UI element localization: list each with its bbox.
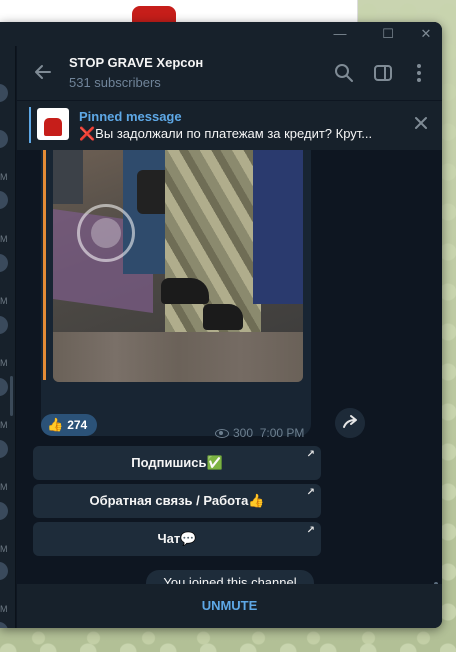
share-icon[interactable] <box>335 408 365 438</box>
button-label: Обратная связь / Работа👍 <box>89 493 265 508</box>
chat-avatar[interactable] <box>0 130 8 148</box>
chat-avatar[interactable] <box>0 562 8 580</box>
pinned-thumbnail <box>37 108 69 140</box>
close-pinned-icon[interactable] <box>411 113 431 133</box>
chat-time: M <box>0 482 8 492</box>
external-link-icon: ↗ <box>306 449 315 460</box>
fist-logo-shape <box>132 6 176 22</box>
message-area: 👍 274 300 7:00 PM Подпишись✅ ↗ Обратная с… <box>17 150 442 584</box>
chat-time: M <box>0 172 8 182</box>
chat-time: M <box>0 234 8 244</box>
feedback-button[interactable]: Обратная связь / Работа👍 ↗ <box>33 484 321 518</box>
thumbs-up-icon: 👍 <box>47 417 64 432</box>
message-time: 7:00 PM <box>259 426 305 440</box>
sidebar-scrollbar[interactable] <box>10 376 13 416</box>
pinned-message-bar[interactable]: Pinned message ❌Вы задолжали по платежам… <box>17 100 442 150</box>
telegram-window: — ☐ ✕ M M M M M M M M STOP GRAVE Херсон … <box>0 22 442 628</box>
chat-avatar[interactable] <box>0 622 8 628</box>
background-window <box>0 0 358 22</box>
pinned-label: Pinned message <box>79 109 182 124</box>
chat-avatar[interactable] <box>0 191 8 209</box>
unmute-button[interactable]: UNMUTE <box>17 584 442 628</box>
close-icon[interactable]: ✕ <box>412 24 440 44</box>
fist-logo-shape <box>44 118 62 136</box>
chat-avatar[interactable] <box>0 84 8 102</box>
message-bubble <box>41 150 311 436</box>
video-frame <box>253 150 303 304</box>
chat-button[interactable]: Чат💬 ↗ <box>33 522 321 556</box>
button-label: Подпишись✅ <box>131 455 223 470</box>
message-meta: 300 7:00 PM <box>215 426 304 440</box>
maximize-icon[interactable]: ☐ <box>374 24 402 44</box>
quote-line <box>43 150 46 380</box>
tiktok-watermark-icon <box>91 218 121 248</box>
chat-list-sidebar: M M M M M M M M <box>0 46 16 628</box>
view-count: 300 <box>233 426 254 440</box>
channel-title[interactable]: STOP GRAVE Херсон <box>69 55 203 70</box>
pinned-text: ❌Вы задолжали по платежам за кредит? Кру… <box>79 126 373 141</box>
reaction-count: 274 <box>67 418 88 432</box>
back-arrow-icon[interactable] <box>31 60 55 84</box>
external-link-icon: ↗ <box>306 487 315 498</box>
video-frame <box>203 304 243 330</box>
chat-time: M <box>0 358 8 368</box>
chat-avatar[interactable] <box>0 440 8 458</box>
subscriber-count: 531 subscribers <box>69 75 161 90</box>
external-link-icon: ↗ <box>306 525 315 536</box>
more-menu-icon[interactable] <box>408 62 430 84</box>
video-frame <box>161 278 209 304</box>
chat-avatar[interactable] <box>0 254 8 272</box>
title-bar: — ☐ ✕ <box>0 22 442 46</box>
chat-header: STOP GRAVE Херсон 531 subscribers <box>17 46 442 100</box>
joined-notice: You joined this channel <box>146 570 314 584</box>
reaction-badge[interactable]: 👍 274 <box>41 414 97 436</box>
chat-time: M <box>0 296 8 306</box>
views-icon <box>215 429 229 438</box>
video-frame <box>53 150 83 204</box>
chat-avatar[interactable] <box>0 378 8 396</box>
sidebar-toggle-icon[interactable] <box>372 62 394 84</box>
chat-time: M <box>0 604 8 614</box>
search-icon[interactable] <box>333 62 355 84</box>
chat-time: M <box>0 544 8 554</box>
pinned-indicator <box>29 107 31 143</box>
chat-time: M <box>0 420 8 430</box>
chat-avatar[interactable] <box>0 502 8 520</box>
blurred-caption <box>53 332 303 382</box>
minimize-icon[interactable]: — <box>326 24 354 44</box>
subscribe-button[interactable]: Подпишись✅ ↗ <box>33 446 321 480</box>
button-label: Чат💬 <box>157 531 197 546</box>
video-preview[interactable] <box>53 150 303 382</box>
chat-avatar[interactable] <box>0 316 8 334</box>
bottom-bar: UNMUTE <box>17 584 442 628</box>
fist-logo <box>118 0 190 22</box>
